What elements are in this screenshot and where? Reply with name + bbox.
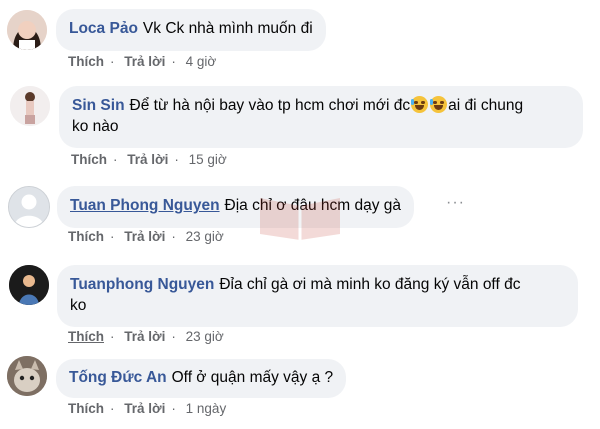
comment-actions: Thích · Trả lời · 23 giờ	[68, 329, 230, 344]
comment-text: ko nào	[72, 118, 119, 135]
comment-actions: Thích · Trả lời · 4 giờ	[68, 54, 222, 69]
like-button[interactable]: Thích	[71, 152, 107, 167]
laughing-emoji-icon	[411, 96, 429, 113]
reply-button[interactable]: Trả lời	[124, 229, 165, 244]
comment-actions: Thích · Trả lời · 23 giờ	[68, 229, 230, 244]
like-button[interactable]: Thích	[68, 54, 104, 69]
reply-button[interactable]: Trả lời	[124, 54, 165, 69]
comment-text: ai đi chung	[448, 97, 524, 114]
comment-timestamp[interactable]: 15 giờ	[189, 152, 227, 167]
comment-timestamp[interactable]: 1 ngày	[186, 401, 227, 416]
separator-dot: ·	[171, 229, 176, 244]
avatar[interactable]	[8, 186, 50, 228]
comment-author[interactable]: Loca Pảo	[69, 20, 138, 37]
separator-dot: ·	[174, 152, 179, 167]
comment-author[interactable]: Sin Sin	[72, 97, 125, 114]
comment-actions: Thích · Trả lời · 1 ngày	[68, 401, 232, 416]
more-options-icon[interactable]: ···	[446, 194, 465, 212]
comment-text: Vk Ck nhà mình muốn đi	[142, 20, 313, 37]
comment-text: Đỉa chỉ gà ơi mà minh ko đăng ký vẫn off…	[219, 276, 521, 293]
like-button[interactable]: Thích	[68, 229, 104, 244]
comment-bubble: Tuanphong Nguyen Đỉa chỉ gà ơi mà minh ko…	[57, 265, 578, 327]
reply-button[interactable]: Trả lời	[127, 152, 168, 167]
comment-bubble: Tống Đức An Off ở quận mấy vậy ạ ?	[56, 359, 347, 398]
comment-text: Off ở quận mấy vậy ạ ?	[171, 369, 334, 386]
separator-dot: ·	[171, 401, 176, 416]
comment-text: ko	[70, 297, 87, 314]
separator-dot: ·	[171, 329, 176, 344]
comment-actions: Thích · Trả lời · 15 giờ	[71, 152, 233, 167]
like-button[interactable]: Thích	[68, 329, 104, 344]
reply-button[interactable]: Trả lời	[124, 401, 165, 416]
separator-dot: ·	[171, 54, 176, 69]
avatar[interactable]	[10, 86, 50, 126]
laughing-emoji-icon	[430, 96, 448, 113]
watermark-logo-icon	[256, 190, 344, 240]
avatar[interactable]	[7, 356, 47, 396]
separator-dot: ·	[110, 54, 115, 69]
comment-text: Để từ hà nội bay vào tp hcm chơi mới đc	[129, 97, 411, 114]
comment-timestamp[interactable]: 23 giờ	[186, 229, 224, 244]
avatar[interactable]	[9, 265, 49, 305]
separator-dot: ·	[113, 152, 118, 167]
comment-bubble: Loca Pảo Vk Ck nhà mình muốn đi	[56, 9, 326, 51]
comment-timestamp[interactable]: 4 giờ	[186, 54, 217, 69]
separator-dot: ·	[110, 329, 115, 344]
reply-button[interactable]: Trả lời	[124, 329, 165, 344]
comment-author[interactable]: Tống Đức An	[69, 369, 167, 386]
comment-author[interactable]: Tuanphong Nguyen	[70, 276, 214, 293]
like-button[interactable]: Thích	[68, 401, 104, 416]
separator-dot: ·	[110, 229, 115, 244]
comment-bubble: Sin Sin Để từ hà nội bay vào tp hcm chơi …	[59, 86, 583, 148]
separator-dot: ·	[110, 401, 115, 416]
avatar[interactable]	[7, 10, 47, 50]
comment-author[interactable]: Tuan Phong Nguyen	[70, 197, 220, 214]
comment-timestamp[interactable]: 23 giờ	[186, 329, 224, 344]
comment-bubble: Tuan Phong NguyenĐịa chỉ ơ đâu hcm dạy g…	[57, 186, 414, 228]
